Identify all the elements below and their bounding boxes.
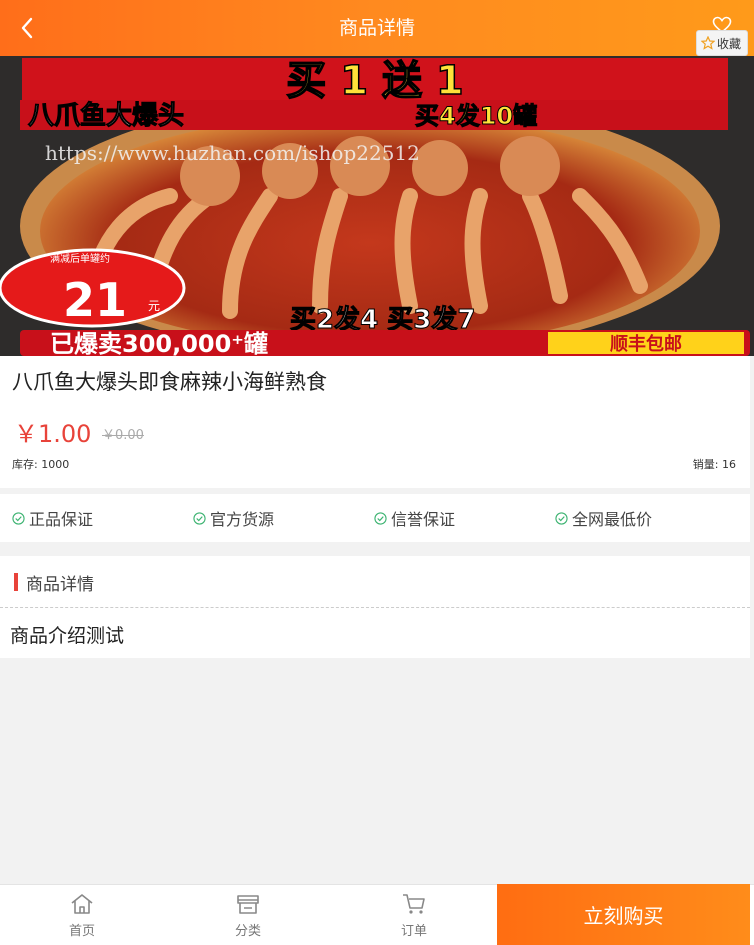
tab-orders[interactable]: 订单 — [364, 885, 464, 945]
category-icon — [237, 895, 259, 914]
guarantee-item: 官方货源 — [193, 494, 274, 542]
tab-category[interactable]: 分类 — [198, 885, 298, 945]
check-circle-icon — [193, 511, 206, 525]
banner-badge-price: 21 — [63, 273, 127, 327]
banner-badge-top: 满减后单罐约 — [50, 252, 110, 265]
guarantee-label: 信誉保证 — [391, 510, 456, 529]
buy-now-button[interactable]: 立刻购买 — [497, 884, 750, 945]
favorite-button[interactable]: 收藏 — [695, 30, 748, 56]
banner-watermark: https://www.huzhan.com/ishop22512 — [45, 141, 420, 165]
detail-section: 商品详情 商品介绍测试 — [0, 556, 750, 658]
check-circle-icon — [555, 511, 568, 525]
detail-header: 商品详情 — [0, 556, 750, 608]
stock-count: 库存: 1000 — [12, 458, 70, 471]
sales-count: 销量: 16 — [692, 458, 736, 471]
guarantee-item: 全网最低价 — [555, 494, 652, 542]
check-circle-icon — [374, 511, 387, 525]
original-price: ￥0.00 — [102, 428, 144, 443]
detail-title: 商品详情 — [26, 575, 94, 595]
tab-home-label: 首页 — [68, 924, 95, 939]
guarantee-label: 全网最低价 — [572, 510, 653, 529]
product-name: 八爪鱼大爆头即食麻辣小海鲜熟食 — [12, 370, 327, 394]
product-info: 八爪鱼大爆头即食麻辣小海鲜熟食 ￥1.00 ￥0.00 库存: 1000 销量:… — [0, 356, 750, 488]
tab-orders-label: 订单 — [400, 924, 427, 939]
tab-category-label: 分类 — [234, 924, 261, 939]
page-title: 商品详情 — [338, 17, 415, 39]
banner-shipping: 顺丰包邮 — [610, 333, 682, 355]
cart-icon — [403, 894, 425, 914]
favorite-label: 收藏 — [716, 36, 741, 51]
guarantee-item: 正品保证 — [12, 494, 93, 542]
guarantee-item: 信誉保证 — [374, 494, 455, 542]
home-icon — [71, 894, 93, 914]
banner-badge-unit: 元 — [148, 299, 160, 313]
tab-home[interactable]: 首页 — [32, 885, 132, 945]
product-image[interactable]: 买 1 送 1 八爪鱼大爆头 买4发10罐 https://www.huzhan… — [0, 56, 754, 356]
guarantee-label: 官方货源 — [210, 510, 275, 529]
banner-headline: 买 1 送 1 — [286, 58, 463, 104]
product-price: ￥1.00 — [14, 420, 92, 448]
star-icon — [700, 36, 715, 50]
detail-content: 商品介绍测试 — [10, 625, 125, 647]
banner-subline-right: 买4发10罐 — [415, 102, 537, 130]
guarantee-label: 正品保证 — [29, 510, 94, 529]
banner-subline-left: 八爪鱼大爆头 — [28, 101, 184, 131]
top-navbar: 商品详情 — [0, 0, 754, 56]
check-circle-icon — [12, 511, 25, 525]
guarantee-bar: 正品保证 官方货源 信誉保证 全网最低价 — [0, 494, 750, 542]
banner-sold-line: 已爆卖300,000⁺罐 — [50, 330, 268, 356]
section-marker — [14, 573, 18, 591]
